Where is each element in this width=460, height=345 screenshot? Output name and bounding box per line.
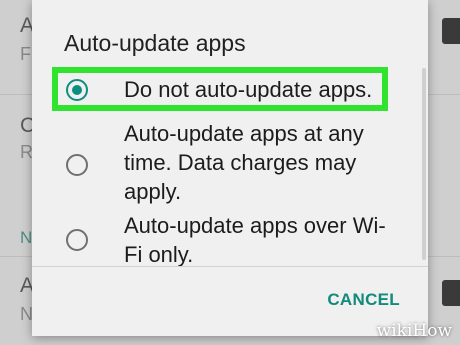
option-auto-update-wifi[interactable]: Auto-update apps over Wi-Fi only. — [32, 210, 428, 270]
dialog-title: Auto-update apps — [64, 30, 246, 56]
option-label: Auto-update apps at any time. Data charg… — [124, 121, 364, 204]
highlight-box — [52, 67, 388, 111]
bg-section-header: N — [20, 228, 33, 247]
option-label: Auto-update apps over Wi-Fi only. — [124, 213, 386, 267]
wikihow-watermark: wikiHow — [376, 321, 452, 341]
option-auto-update-any-time[interactable]: Auto-update apps at any time. Data charg… — [32, 118, 428, 206]
auto-update-dialog: Auto-update apps Do not auto-update apps… — [32, 0, 428, 336]
dialog-divider — [32, 266, 428, 267]
bg-row-1-subtitle: F — [20, 44, 31, 64]
scrollbar[interactable] — [422, 68, 426, 260]
bg-toggle — [442, 280, 460, 306]
bg-toggle — [442, 18, 460, 44]
radio-unselected-icon[interactable] — [66, 154, 88, 176]
radio-unselected-icon[interactable] — [66, 229, 88, 251]
cancel-button[interactable]: CANCEL — [327, 290, 400, 310]
